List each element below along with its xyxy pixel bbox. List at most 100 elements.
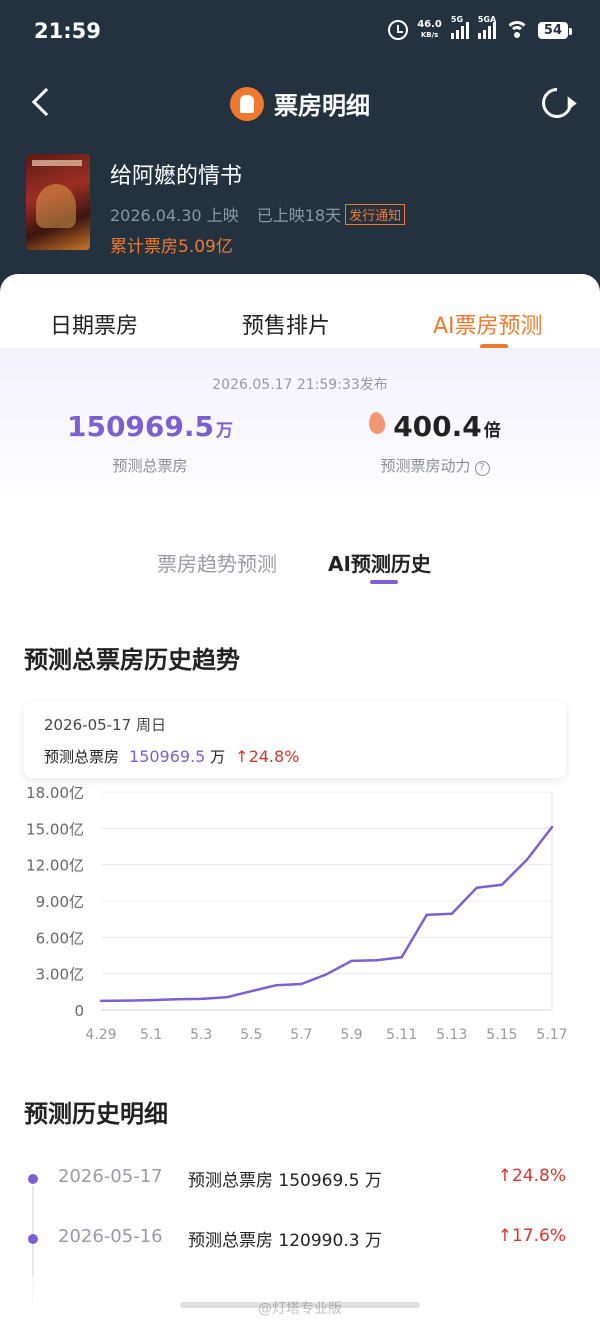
history-date: 2026-05-16 bbox=[58, 1226, 163, 1247]
tab-ai-forecast[interactable]: AI票房预测 bbox=[433, 308, 543, 340]
y-tick-label: 15.00亿 bbox=[26, 820, 84, 838]
lighthouse-logo-icon bbox=[230, 86, 264, 121]
tab-date-box-office[interactable]: 日期票房 bbox=[50, 308, 138, 340]
subtab-active-indicator bbox=[370, 580, 398, 584]
y-tick-label: 0 bbox=[74, 1002, 84, 1020]
x-tick-label: 5.3 bbox=[190, 1027, 212, 1043]
subtab-ai-history[interactable]: AI预测历史 bbox=[328, 548, 431, 577]
status-icons: 46.0 KB/s 5G 5GA 54 bbox=[388, 15, 573, 40]
x-tick-label: 5.17 bbox=[536, 1027, 567, 1043]
data-point bbox=[550, 825, 554, 829]
battery-icon: 54 bbox=[537, 21, 573, 39]
movie-meta: 2026.04.30 上映 已上映18天 发行通知 bbox=[110, 202, 406, 226]
tooltip-date: 2026-05-17 周日 bbox=[44, 716, 166, 734]
x-tick-label: 4.29 bbox=[85, 1027, 116, 1043]
history-text: 预测总票房 120990.3 万 bbox=[188, 1231, 382, 1251]
data-point bbox=[99, 999, 103, 1003]
title-bar: 票房明细 bbox=[0, 86, 600, 121]
header-area: 21:59 46.0 KB/s 5G 5GA 54 票房明细 给阿嬷的情书 20… bbox=[0, 0, 600, 300]
pred-total-stat: 150969.5 万 预测总票房 bbox=[62, 410, 238, 476]
tooltip-value: 150969.5 bbox=[129, 747, 206, 766]
alarm-icon bbox=[388, 20, 409, 40]
movie-info: 给阿嬷的情书 2026.04.30 上映 已上映18天 发行通知 累计票房5.0… bbox=[110, 158, 406, 257]
data-point bbox=[124, 999, 128, 1002]
history-change: ↑24.8% bbox=[497, 1166, 566, 1186]
data-point bbox=[375, 959, 378, 962]
pred-total-value: 150969.5 万 bbox=[66, 410, 233, 443]
data-point bbox=[250, 990, 253, 993]
timeline-dot bbox=[28, 1174, 38, 1184]
release-date: 2026.04.30 上映 bbox=[110, 206, 239, 225]
forecast-summary: 2026.05.17 21:59:33发布 150969.5 万 预测总票房 40… bbox=[0, 348, 600, 510]
publish-time: 2026.05.17 21:59:33发布 bbox=[212, 377, 388, 393]
movie-name: 给阿嬷的情书 bbox=[110, 164, 243, 189]
data-point bbox=[225, 996, 228, 999]
data-point bbox=[400, 956, 403, 959]
timeline-dot bbox=[28, 1234, 38, 1244]
signal-5g-icon: 5G bbox=[450, 15, 469, 39]
data-point bbox=[425, 913, 428, 917]
x-tick-label: 5.15 bbox=[486, 1027, 517, 1043]
data-point bbox=[200, 997, 203, 1001]
main-tabs: 日期票房 预售排片 AI票房预测 bbox=[0, 274, 600, 349]
data-point bbox=[325, 973, 328, 976]
home-indicator[interactable] bbox=[180, 1302, 420, 1308]
history-change: ↑17.6% bbox=[497, 1226, 566, 1246]
wifi-icon bbox=[504, 21, 529, 39]
momentum-label: 预测票房动力? bbox=[360, 455, 510, 476]
tooltip-row: 预测总票房 150969.5 万 ↑24.8% bbox=[44, 746, 299, 767]
signal-5ga-icon: 5GA bbox=[477, 15, 496, 39]
data-point bbox=[300, 982, 303, 986]
content-card: 日期票房 预售排片 AI票房预测 2026.05.17 21:59:33发布 1… bbox=[0, 274, 600, 1320]
pred-total-label: 预测总票房 bbox=[112, 457, 188, 475]
momentum-value: 400.4 倍 bbox=[360, 410, 510, 443]
data-point bbox=[500, 883, 504, 886]
chart-tooltip: 2026-05-17 周日 预测总票房 150969.5 万 ↑24.8% bbox=[24, 702, 566, 778]
tooltip-unit: 万 bbox=[210, 748, 226, 766]
tooltip-value-group: 150969.5 万 bbox=[129, 746, 225, 767]
data-point bbox=[149, 998, 153, 1002]
release-notice-badge[interactable]: 发行通知 bbox=[345, 203, 406, 225]
momentum-stat: 400.4 倍 预测票房动力? bbox=[360, 410, 510, 476]
trend-line-chart[interactable]: 0 3.00亿 6.00亿 9.00亿 12.00亿 15.00亿 18.00亿 4.29 5.… bbox=[0, 778, 600, 1068]
days-released: 已上映18天 bbox=[256, 206, 342, 225]
tooltip-change: ↑24.8% bbox=[235, 747, 300, 766]
history-row[interactable]: 2026-05-17 预测总票房 150969.5 万 ↑24.8% bbox=[0, 1164, 600, 1194]
x-tick-label: 5.13 bbox=[436, 1027, 467, 1043]
data-point bbox=[525, 858, 529, 862]
page-title: 票房明细 bbox=[274, 92, 370, 120]
movie-poster[interactable] bbox=[26, 154, 90, 250]
x-tick-label: 5.1 bbox=[140, 1027, 162, 1043]
history-section-title: 预测历史明细 bbox=[24, 1100, 168, 1128]
y-tick-label: 9.00亿 bbox=[36, 893, 84, 911]
history-row[interactable]: 2026-05-16 预测总票房 120990.3 万 ↑17.6% bbox=[0, 1224, 600, 1254]
data-point bbox=[174, 998, 178, 1001]
x-tick-label: 5.11 bbox=[386, 1027, 417, 1043]
status-time: 21:59 bbox=[34, 19, 101, 43]
subtab-trend-forecast[interactable]: 票房趋势预测 bbox=[157, 548, 277, 577]
data-point bbox=[450, 912, 453, 915]
data-point bbox=[275, 983, 278, 987]
data-point bbox=[475, 886, 479, 889]
net-speed-value: 46.0 bbox=[417, 19, 442, 30]
net-speed: 46.0 KB/s bbox=[417, 20, 442, 40]
y-tick-label: 18.00亿 bbox=[26, 784, 84, 802]
net-speed-unit: KB/s bbox=[420, 31, 439, 39]
total-box-office: 累计票房5.09亿 bbox=[110, 237, 233, 257]
tooltip-label: 预测总票房 bbox=[44, 748, 120, 766]
help-icon[interactable]: ? bbox=[474, 461, 490, 476]
x-tick-label: 5.7 bbox=[290, 1027, 312, 1043]
flame-icon bbox=[367, 410, 387, 436]
watermark: @灯塔专业版 bbox=[258, 1301, 342, 1317]
y-tick-label: 12.00亿 bbox=[26, 857, 84, 875]
data-point bbox=[350, 959, 353, 963]
x-tick-label: 5.5 bbox=[240, 1027, 262, 1043]
status-bar: 21:59 46.0 KB/s 5G 5GA 54 bbox=[0, 0, 600, 66]
x-tick-label: 5.9 bbox=[340, 1027, 362, 1043]
y-tick-label: 3.00亿 bbox=[36, 966, 84, 984]
trend-section-title: 预测总票房历史趋势 bbox=[24, 646, 240, 674]
signal-5g-label: 5G bbox=[450, 15, 464, 24]
signal-5ga-label: 5GA bbox=[477, 15, 497, 24]
history-text: 预测总票房 150969.5 万 bbox=[188, 1171, 382, 1191]
tab-presale-schedule[interactable]: 预售排片 bbox=[242, 308, 330, 340]
